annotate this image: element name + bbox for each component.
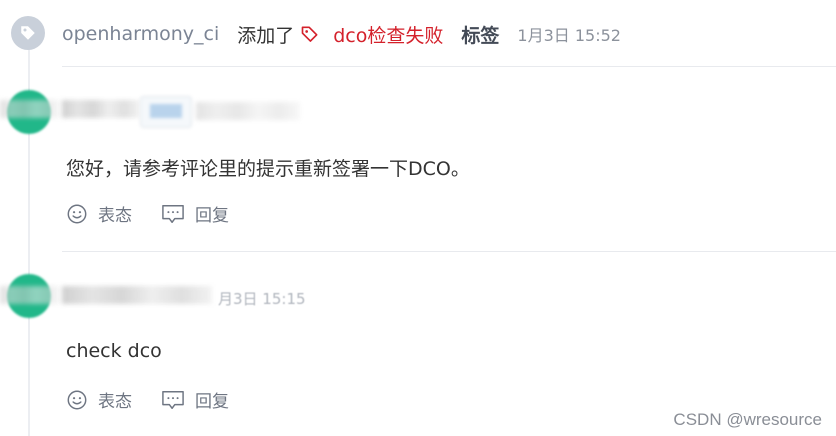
react-label: 表态 — [98, 206, 132, 226]
reply-label: 回复 — [195, 206, 229, 226]
smiley-icon — [67, 390, 87, 409]
event-divider — [62, 66, 836, 67]
label-chip[interactable]: dco检查失败 — [300, 21, 443, 48]
reply-label: 回复 — [195, 392, 229, 412]
event-action-text: 添加了 — [237, 24, 295, 47]
comment-icon — [162, 390, 184, 409]
comment-time: 月3日 15:15 — [218, 290, 306, 308]
comment-body: 您好，请参考评论里的提示重新签署一下DCO。 — [66, 158, 470, 180]
event-tag-icon — [11, 16, 45, 50]
comment-icon — [162, 204, 184, 223]
redacted-username — [0, 286, 60, 304]
label-word: 标签 — [461, 24, 500, 47]
reply-button[interactable]: 回复 — [161, 387, 229, 412]
redacted-time — [196, 102, 300, 120]
react-label: 表态 — [98, 392, 132, 412]
redacted-username — [0, 100, 60, 118]
tag-icon — [301, 26, 318, 42]
redacted-username — [62, 100, 140, 118]
label-event: openharmony_ci 添加了 dco检查失败 标签 1月3日 15:52 — [0, 0, 836, 66]
redacted-username — [62, 286, 212, 304]
redacted-badge-fill — [150, 104, 182, 118]
label-name: dco检查失败 — [333, 24, 444, 47]
comment-body: check dco — [66, 340, 162, 362]
reply-button[interactable]: 回复 — [161, 201, 229, 226]
comment-divider — [62, 251, 836, 252]
smiley-icon — [67, 204, 87, 223]
react-button[interactable]: 表态 — [66, 387, 132, 412]
event-time: 1月3日 15:52 — [517, 26, 621, 45]
watermark: CSDN @wresource — [673, 410, 822, 429]
react-button[interactable]: 表态 — [66, 201, 132, 226]
event-actor-link[interactable]: openharmony_ci — [62, 23, 219, 45]
